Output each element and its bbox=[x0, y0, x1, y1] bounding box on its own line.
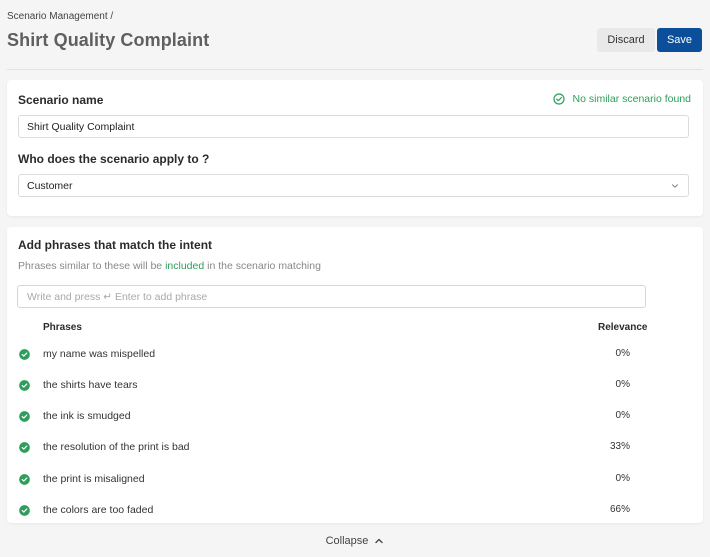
check-circle-filled-icon bbox=[19, 505, 30, 516]
scenario-editor-page: Scenario Management / Shirt Quality Comp… bbox=[0, 0, 710, 557]
chevron-down-icon bbox=[672, 184, 678, 188]
scenario-details-card: Scenario name No similar scenario found … bbox=[7, 80, 703, 216]
phrase-relevance: 0% bbox=[615, 410, 630, 421]
check-circle-filled-icon bbox=[19, 442, 30, 453]
page-title: Shirt Quality Complaint bbox=[7, 30, 210, 50]
phrase-text: the ink is smudged bbox=[43, 410, 131, 422]
phrases-subtext-highlight: included bbox=[165, 260, 205, 272]
phrases-subtext-after: in the scenario matching bbox=[204, 260, 321, 272]
check-circle-outline-icon bbox=[552, 93, 565, 105]
applies-to-value: Customer bbox=[27, 179, 73, 192]
phrase-row[interactable]: the colors are too faded 66% bbox=[7, 501, 703, 521]
add-phrase-input[interactable] bbox=[17, 285, 646, 308]
phrase-row[interactable]: the resolution of the print is bad 33% bbox=[7, 438, 703, 458]
phrase-row[interactable]: the ink is smudged 0% bbox=[7, 407, 703, 427]
phrases-subtext: Phrases similar to these will be include… bbox=[18, 260, 321, 272]
phrase-text: the print is misaligned bbox=[43, 473, 145, 485]
phrase-row[interactable]: my name was mispelled 0% bbox=[7, 345, 703, 365]
check-circle-filled-icon bbox=[19, 411, 30, 422]
phrase-text: the colors are too faded bbox=[43, 504, 154, 516]
similarity-status: No similar scenario found bbox=[552, 93, 691, 105]
phrase-text: my name was mispelled bbox=[43, 348, 156, 360]
phrase-row[interactable]: the print is misaligned 0% bbox=[7, 470, 703, 490]
phrases-title: Add phrases that match the intent bbox=[18, 238, 213, 252]
scenario-name-input[interactable]: Shirt Quality Complaint bbox=[18, 115, 689, 138]
phrase-text: the shirts have tears bbox=[43, 379, 138, 391]
phrase-relevance: 0% bbox=[615, 348, 630, 359]
check-circle-filled-icon bbox=[19, 380, 30, 391]
check-circle-filled-icon bbox=[19, 474, 30, 485]
phrase-row[interactable]: the shirts have tears 0% bbox=[7, 376, 703, 396]
chevron-up-icon bbox=[375, 538, 384, 544]
discard-button[interactable]: Discard bbox=[597, 28, 655, 52]
phrases-card: Add phrases that match the intent Phrase… bbox=[7, 227, 703, 523]
phrases-subtext-before: Phrases similar to these will be bbox=[18, 260, 166, 272]
phrases-column-header: Phrases bbox=[43, 322, 82, 333]
phrase-relevance: 0% bbox=[615, 379, 630, 390]
scenario-name-label: Scenario name bbox=[18, 93, 104, 107]
breadcrumb[interactable]: Scenario Management / bbox=[7, 11, 113, 22]
phrase-text: the resolution of the print is bad bbox=[43, 441, 190, 453]
applies-to-select[interactable]: Customer bbox=[18, 174, 689, 197]
similarity-status-text: No similar scenario found bbox=[572, 93, 691, 105]
applies-to-label: Who does the scenario apply to ? bbox=[18, 152, 210, 166]
save-button[interactable]: Save bbox=[657, 28, 702, 52]
collapse-button[interactable]: Collapse bbox=[0, 535, 710, 547]
check-circle-filled-icon bbox=[19, 349, 30, 360]
collapse-label: Collapse bbox=[325, 535, 369, 547]
phrase-relevance: 33% bbox=[609, 441, 630, 452]
phrase-relevance: 0% bbox=[615, 473, 630, 484]
phrase-relevance: 66% bbox=[609, 504, 630, 515]
header-divider bbox=[7, 69, 703, 70]
relevance-column-header: Relevance bbox=[598, 322, 648, 333]
